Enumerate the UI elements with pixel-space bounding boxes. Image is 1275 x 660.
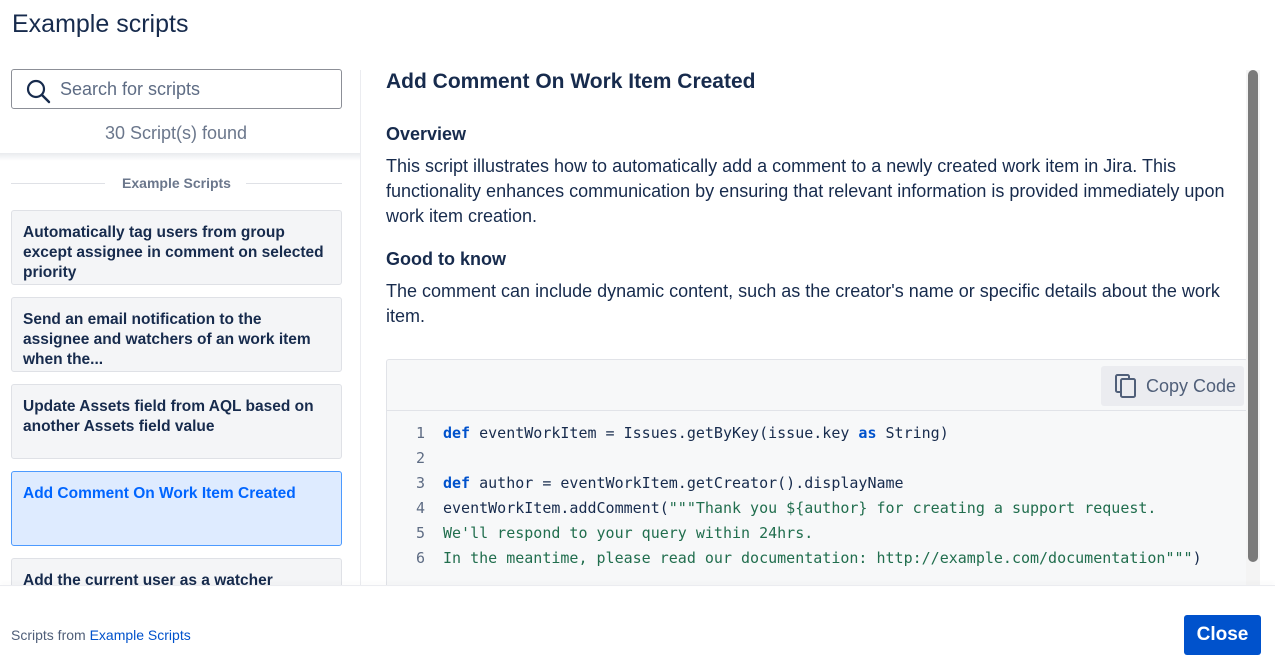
overview-heading: Overview	[386, 124, 467, 144]
code-string: We'll respond to your query within 24hrs…	[443, 524, 814, 542]
section-divider: Example Scripts	[11, 173, 342, 193]
results-count: 30 Script(s) found	[104, 123, 248, 143]
divider-line-right	[246, 183, 342, 184]
footer-prefix: Scripts from	[11, 627, 90, 643]
line-number: 5	[415, 524, 425, 542]
search-icon	[26, 79, 51, 104]
overview-text: This script illustrates how to automatic…	[386, 156, 1225, 226]
code-line: 2	[387, 446, 1202, 471]
code-block-header: Copy Code	[387, 360, 1247, 411]
script-card[interactable]: Automatically tag users from group excep…	[11, 210, 342, 285]
code-block: Copy Code 1 def eventWorkItem = Issues.g…	[386, 359, 1248, 585]
code-text: author = eventWorkItem.getCreator().disp…	[470, 474, 904, 492]
code-string: In the meantime, please read our documen…	[443, 549, 1193, 567]
footer-source: Scripts from Example Scripts	[11, 627, 191, 643]
script-card[interactable]: Send an email notification to the assign…	[11, 297, 342, 372]
good-to-know-text: The comment can include dynamic content,…	[386, 281, 1220, 326]
footer-divider	[0, 585, 1275, 586]
code-text: String)	[876, 424, 949, 442]
script-card-title: Add the current user as a watcher	[23, 572, 273, 585]
line-number: 4	[415, 499, 425, 517]
example-scripts-link[interactable]: Example Scripts	[90, 627, 191, 643]
line-number: 2	[415, 449, 425, 467]
code-text: )	[1192, 549, 1202, 567]
line-number: 3	[415, 474, 425, 492]
script-card[interactable]: Update Assets field from AQL based on an…	[11, 384, 342, 459]
script-detail-pane: Add Comment On Work Item Created Overvie…	[361, 55, 1275, 585]
code-keyword: as	[858, 424, 877, 442]
copy-code-label: Copy Code	[1146, 375, 1237, 396]
code-line: 3 def author = eventWorkItem.getCreator(…	[387, 471, 1202, 496]
script-card[interactable]: Add the current user as a watcher	[11, 558, 342, 585]
page-title: Example scripts	[12, 10, 189, 38]
close-button[interactable]: Close	[1184, 615, 1261, 655]
script-card-selected[interactable]: Add Comment On Work Item Created	[11, 471, 342, 546]
code-content: 1 def eventWorkItem = Issues.getByKey(is…	[387, 421, 1202, 571]
search-input[interactable]	[60, 76, 330, 102]
code-line: 1 def eventWorkItem = Issues.getByKey(is…	[387, 421, 1202, 446]
line-number: 1	[415, 424, 425, 442]
script-list-pane: 30 Script(s) found Example Scripts Autom…	[0, 55, 360, 585]
script-card-title: Update Assets field from AQL based on an…	[23, 398, 314, 435]
search-box[interactable]	[11, 69, 342, 109]
line-number: 6	[415, 549, 425, 567]
list-shadow	[0, 153, 360, 161]
detail-title: Add Comment On Work Item Created	[386, 70, 756, 93]
script-card-title: Send an email notification to the assign…	[23, 311, 311, 368]
detail-scrollbar[interactable]	[1248, 70, 1258, 562]
script-card-title: Add Comment On Work Item Created	[23, 485, 296, 502]
code-line: 5 We'll respond to your query within 24h…	[387, 521, 1202, 546]
copy-code-button[interactable]: Copy Code	[1101, 366, 1244, 406]
copy-icon	[1115, 374, 1136, 398]
code-text: eventWorkItem.addComment(	[443, 499, 669, 517]
code-line: 4 eventWorkItem.addComment("""Thank you …	[387, 496, 1202, 521]
code-keyword: def	[443, 474, 471, 492]
script-card-title: Automatically tag users from group excep…	[23, 224, 324, 281]
good-to-know-heading: Good to know	[386, 249, 506, 269]
code-text: eventWorkItem = Issues.getByKey(issue.ke…	[470, 424, 859, 442]
code-keyword: def	[443, 424, 471, 442]
code-string: """Thank you ${author} for creating a su…	[668, 499, 1157, 517]
code-line: 6 In the meantime, please read our docum…	[387, 546, 1202, 571]
